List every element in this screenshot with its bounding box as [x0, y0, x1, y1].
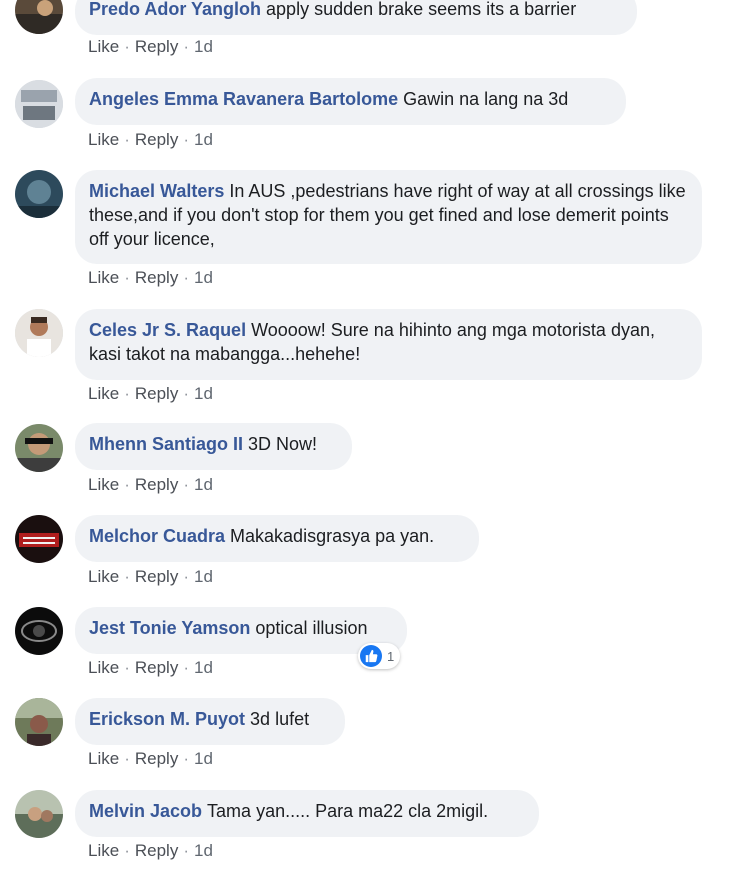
- comment-actions: Like · Reply · 1d: [88, 841, 213, 860]
- comment-bubble: Erickson M. Puyot 3d lufet: [75, 698, 345, 745]
- comment-actions: Like · Reply · 1d: [88, 130, 213, 149]
- avatar[interactable]: [15, 0, 63, 34]
- comment-actions: Like · Reply · 1d: [88, 384, 213, 403]
- timestamp[interactable]: 1d: [194, 567, 213, 586]
- comment-author[interactable]: Melvin Jacob: [89, 801, 202, 821]
- like-link[interactable]: Like: [88, 475, 119, 494]
- like-link[interactable]: Like: [88, 567, 119, 586]
- comment-author[interactable]: Predo Ador Yangloh: [89, 0, 261, 19]
- avatar[interactable]: [15, 515, 63, 563]
- comment-text: Gawin na lang na 3d: [403, 89, 569, 109]
- comment-text: 3d lufet: [250, 709, 310, 729]
- avatar[interactable]: [15, 80, 63, 128]
- timestamp[interactable]: 1d: [194, 841, 213, 860]
- comment-bubble: Melvin Jacob Tama yan..... Para ma22 cla …: [75, 790, 539, 837]
- timestamp[interactable]: 1d: [194, 37, 213, 56]
- reply-link[interactable]: Reply: [135, 130, 178, 149]
- comment-actions: Like · Reply · 1d: [88, 567, 213, 586]
- timestamp[interactable]: 1d: [194, 749, 213, 768]
- avatar[interactable]: [15, 790, 63, 838]
- timestamp[interactable]: 1d: [194, 130, 213, 149]
- comment-text: Tama yan..... Para ma22 cla 2migil.: [207, 801, 489, 821]
- comment-bubble: Jest Tonie Yamson optical illusion: [75, 607, 407, 654]
- comment-author[interactable]: Jest Tonie Yamson: [89, 618, 250, 638]
- reaction-badge[interactable]: 1: [358, 643, 401, 669]
- timestamp[interactable]: 1d: [194, 268, 213, 287]
- comment-bubble: Melchor Cuadra Makakadisgrasya pa yan.: [75, 515, 479, 562]
- comment-author[interactable]: Mhenn Santiago II: [89, 434, 243, 454]
- comment-text: 3D Now!: [248, 434, 318, 454]
- reply-link[interactable]: Reply: [135, 658, 178, 677]
- like-link[interactable]: Like: [88, 841, 119, 860]
- comment-actions: Like · Reply · 1d: [88, 749, 213, 768]
- reply-link[interactable]: Reply: [135, 567, 178, 586]
- avatar[interactable]: [15, 170, 63, 218]
- reply-link[interactable]: Reply: [135, 37, 178, 56]
- comment-author[interactable]: Melchor Cuadra: [89, 526, 225, 546]
- comment-bubble: Predo Ador Yangloh apply sudden brake see…: [75, 0, 637, 35]
- comment-author[interactable]: Angeles Emma Ravanera Bartolome: [89, 89, 398, 109]
- reply-link[interactable]: Reply: [135, 475, 178, 494]
- timestamp[interactable]: 1d: [194, 384, 213, 403]
- comment-author[interactable]: Erickson M. Puyot: [89, 709, 245, 729]
- comment-bubble: Michael Walters In AUS ,pedestrians have …: [75, 170, 702, 264]
- reply-link[interactable]: Reply: [135, 268, 178, 287]
- comment-text: apply sudden brake seems its a barrier: [266, 0, 577, 19]
- like-link[interactable]: Like: [88, 130, 119, 149]
- comment-actions: Like · Reply · 1d: [88, 37, 213, 56]
- comment-bubble: Mhenn Santiago II 3D Now!: [75, 423, 352, 470]
- avatar[interactable]: [15, 698, 63, 746]
- like-link[interactable]: Like: [88, 749, 119, 768]
- like-link[interactable]: Like: [88, 384, 119, 403]
- reply-link[interactable]: Reply: [135, 841, 178, 860]
- like-link[interactable]: Like: [88, 658, 119, 677]
- avatar[interactable]: [15, 309, 63, 357]
- comment-actions: Like · Reply · 1d: [88, 658, 213, 677]
- comment-actions: Like · Reply · 1d: [88, 475, 213, 494]
- reaction-count: 1: [387, 648, 395, 664]
- comment-actions: Like · Reply · 1d: [88, 268, 213, 287]
- comment-bubble: Celes Jr S. Raquel Woooow! Sure na hihint…: [75, 309, 702, 380]
- timestamp[interactable]: 1d: [194, 658, 213, 677]
- thumbs-up-icon: [360, 645, 382, 667]
- comment-author[interactable]: Michael Walters: [89, 181, 224, 201]
- like-link[interactable]: Like: [88, 268, 119, 287]
- timestamp[interactable]: 1d: [194, 475, 213, 494]
- avatar[interactable]: [15, 424, 63, 472]
- comment-text: Makakadisgrasya pa yan.: [230, 526, 435, 546]
- comment-bubble: Angeles Emma Ravanera Bartolome Gawin na …: [75, 78, 626, 125]
- reply-link[interactable]: Reply: [135, 749, 178, 768]
- reply-link[interactable]: Reply: [135, 384, 178, 403]
- avatar[interactable]: [15, 607, 63, 655]
- like-link[interactable]: Like: [88, 37, 119, 56]
- comment-author[interactable]: Celes Jr S. Raquel: [89, 320, 246, 340]
- comment-text: optical illusion: [255, 618, 368, 638]
